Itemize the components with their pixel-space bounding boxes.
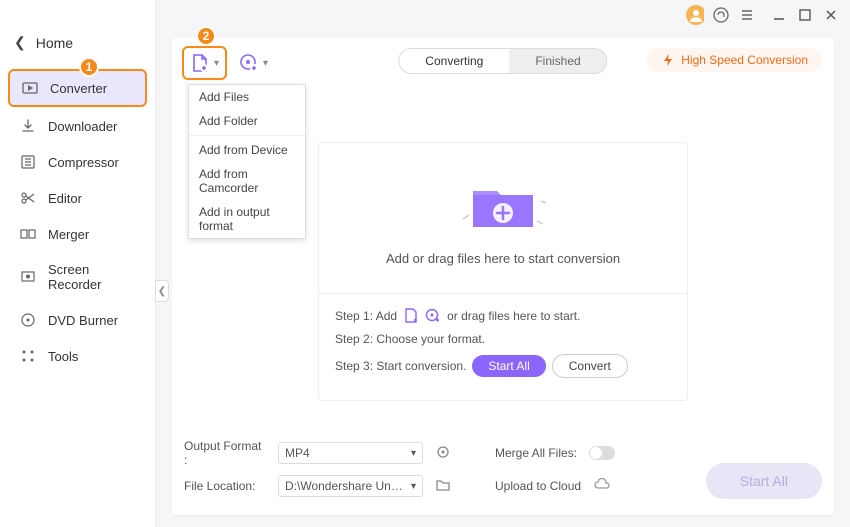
tab-finished[interactable]: Finished — [509, 49, 606, 73]
dropdown-divider — [189, 135, 305, 136]
dropdown-add-from-camcorder[interactable]: Add from Camcorder — [189, 162, 305, 200]
add-file-small-icon[interactable] — [403, 308, 419, 324]
content-panel: 2 ▾ ▾ Add Files Add Folder Add from Devi… — [172, 38, 834, 515]
convert-button[interactable]: Convert — [552, 354, 628, 378]
chevron-down-icon: ▾ — [263, 58, 268, 69]
window-controls — [686, 6, 840, 24]
sidebar-item-label: Downloader — [48, 119, 117, 134]
add-dvd-button[interactable]: ▾ — [233, 48, 274, 78]
annotation-1: 1 — [79, 57, 99, 77]
hsc-label: High Speed Conversion — [681, 53, 808, 67]
chevron-down-icon: ▾ — [411, 448, 416, 459]
merger-icon — [20, 226, 36, 242]
add-file-dropdown: Add Files Add Folder Add from Device Add… — [188, 84, 306, 239]
dropdown-add-in-output-format[interactable]: Add in output format — [189, 200, 305, 238]
sidebar-item-label: Screen Recorder — [48, 262, 135, 292]
sidebar-item-label: Converter — [50, 81, 107, 96]
add-file-button[interactable]: 2 ▾ — [182, 46, 227, 80]
screen-recorder-icon — [20, 269, 36, 285]
chevron-down-icon: ▾ — [214, 58, 219, 69]
sidebar-item-label: Tools — [48, 349, 78, 364]
home-nav[interactable]: ❮ Home — [0, 28, 155, 69]
status-tabs: Converting Finished — [398, 48, 607, 74]
output-format-select[interactable]: MP4 ▾ — [278, 442, 423, 464]
minimize-icon[interactable] — [770, 6, 788, 24]
compressor-icon — [20, 154, 36, 170]
step3-label: Step 3: Start conversion. — [335, 359, 466, 373]
user-avatar-icon[interactable] — [686, 6, 704, 24]
dropdown-add-folder[interactable]: Add Folder — [189, 109, 305, 133]
merge-label: Merge All Files: — [495, 446, 577, 460]
converter-icon — [22, 80, 38, 96]
dropzone-illustration: Add or drag files here to start conversi… — [319, 143, 687, 293]
download-icon — [20, 118, 36, 134]
output-format-value: MP4 — [285, 446, 310, 460]
start-all-button[interactable]: Start All — [706, 463, 822, 499]
bottom-bar: Output Format : MP4 ▾ Merge All Files: F… — [184, 439, 822, 505]
output-format-label: Output Format : — [184, 439, 266, 467]
scissors-icon — [20, 190, 36, 206]
dropzone-steps: Step 1: Add or drag files here to start.… — [319, 293, 687, 400]
sidebar-item-label: DVD Burner — [48, 313, 118, 328]
sidebar-item-label: Editor — [48, 191, 82, 206]
start-all-small-button[interactable]: Start All — [472, 355, 545, 377]
step1-label-b: or drag files here to start. — [447, 309, 580, 323]
close-icon[interactable] — [822, 6, 840, 24]
dropzone[interactable]: Add or drag files here to start conversi… — [318, 142, 688, 401]
sidebar-item-converter[interactable]: 1 Converter — [8, 69, 147, 107]
folder-plus-icon — [453, 171, 553, 237]
add-file-icon — [190, 53, 210, 73]
dropzone-text: Add or drag files here to start conversi… — [386, 251, 620, 266]
add-toolbar: 2 ▾ ▾ Add Files Add Folder Add from Devi… — [182, 46, 274, 80]
home-label: Home — [36, 35, 73, 51]
sidebar: ❮ Home 1 Converter Downloader Compressor… — [0, 0, 156, 527]
dropdown-add-files[interactable]: Add Files — [189, 85, 305, 109]
file-location-label: File Location: — [184, 479, 266, 493]
step2-label: Step 2: Choose your format. — [335, 332, 485, 346]
sidebar-item-editor[interactable]: Editor — [8, 181, 147, 215]
back-icon[interactable]: ❮ — [14, 34, 26, 51]
sidebar-item-dvd-burner[interactable]: DVD Burner — [8, 303, 147, 337]
upload-cloud-label: Upload to Cloud — [495, 479, 581, 493]
sidebar-item-compressor[interactable]: Compressor — [8, 145, 147, 179]
annotation-2: 2 — [196, 26, 216, 46]
open-folder-icon[interactable] — [435, 477, 451, 496]
support-icon[interactable] — [712, 6, 730, 24]
add-dvd-small-icon[interactable] — [425, 308, 441, 324]
sidebar-item-downloader[interactable]: Downloader — [8, 109, 147, 143]
sidebar-item-merger[interactable]: Merger — [8, 217, 147, 251]
menu-icon[interactable] — [738, 6, 756, 24]
step1-label-a: Step 1: Add — [335, 309, 397, 323]
merge-toggle[interactable] — [589, 446, 615, 460]
high-speed-conversion-button[interactable]: High Speed Conversion — [647, 48, 822, 72]
dropdown-add-from-device[interactable]: Add from Device — [189, 138, 305, 162]
lightning-icon — [661, 53, 675, 67]
chevron-down-icon: ▾ — [411, 481, 416, 492]
settings-icon[interactable] — [435, 444, 451, 463]
sidebar-item-label: Compressor — [48, 155, 119, 170]
dvd-icon — [20, 312, 36, 328]
main-area: ❮ 2 ▾ ▾ Add Files Add Folder A — [156, 0, 850, 527]
cloud-icon[interactable] — [593, 478, 611, 495]
file-location-select[interactable]: D:\Wondershare UniConverter 1 ▾ — [278, 475, 423, 497]
sidebar-item-screen-recorder[interactable]: Screen Recorder — [8, 253, 147, 301]
collapse-toggle[interactable]: ❮ — [155, 280, 169, 302]
file-location-value: D:\Wondershare UniConverter 1 — [285, 479, 405, 493]
sidebar-item-tools[interactable]: Tools — [8, 339, 147, 373]
sidebar-item-label: Merger — [48, 227, 89, 242]
maximize-icon[interactable] — [796, 6, 814, 24]
tab-converting[interactable]: Converting — [399, 49, 509, 73]
tools-icon — [20, 348, 36, 364]
add-dvd-icon — [239, 53, 259, 73]
